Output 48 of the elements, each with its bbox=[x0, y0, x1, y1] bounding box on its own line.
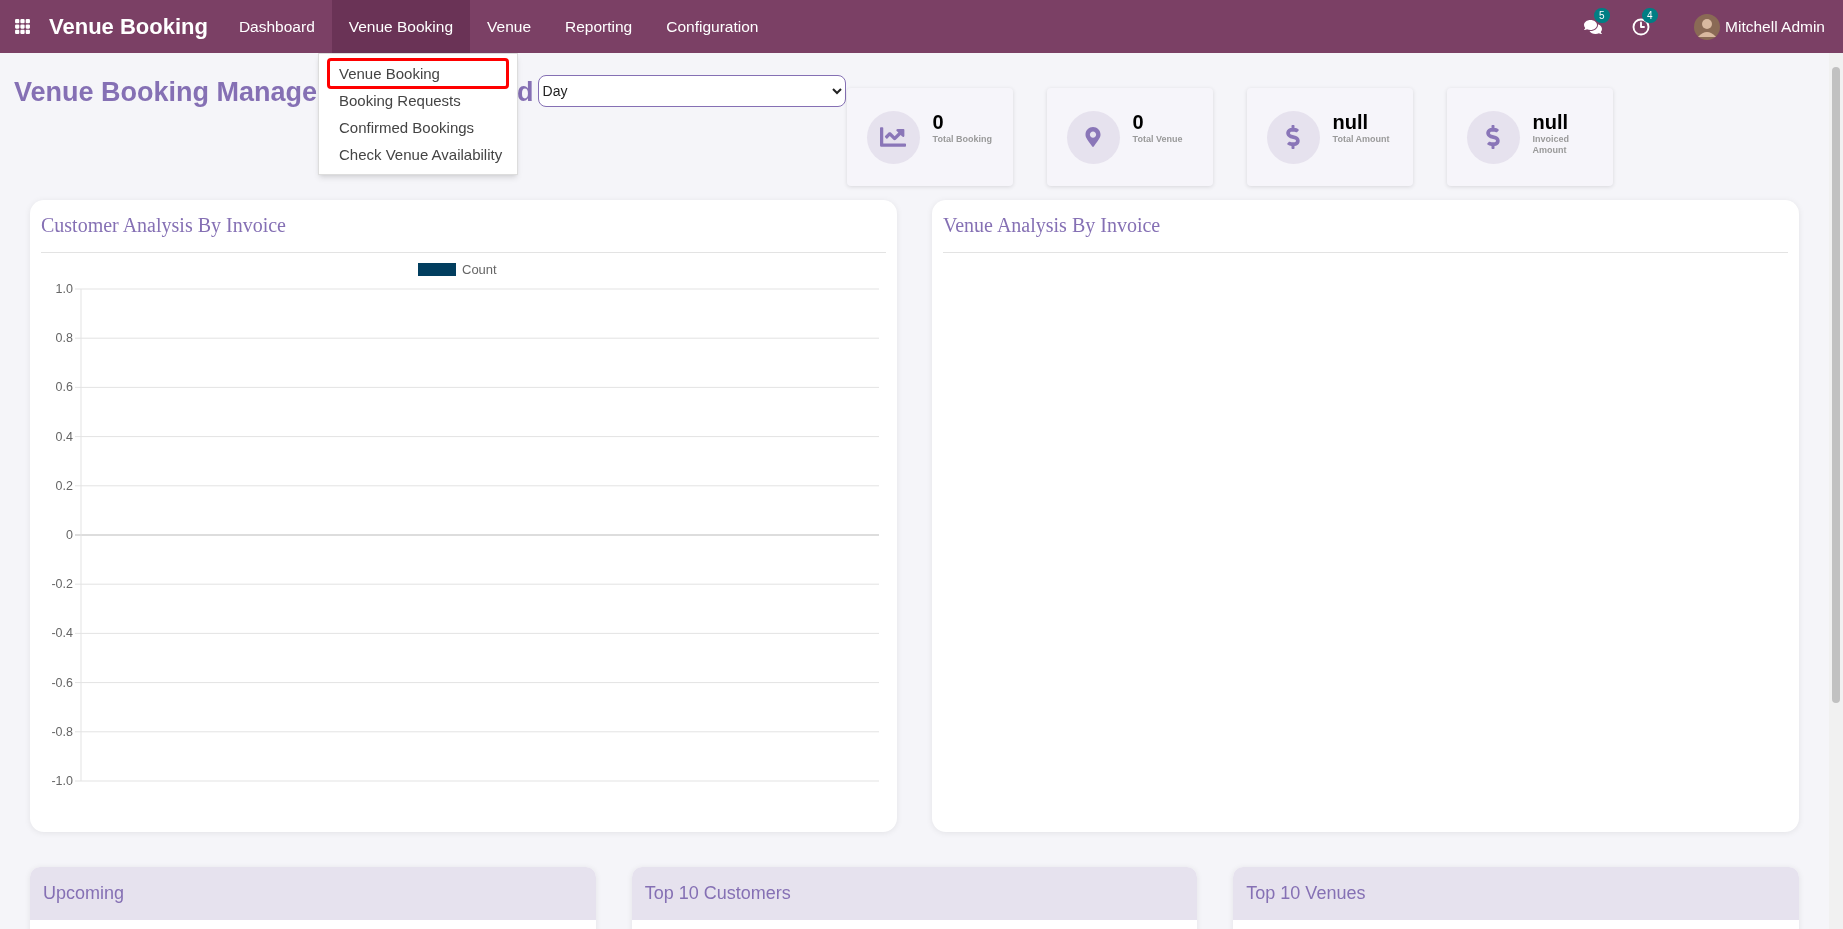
y-tick-label: -0.2 bbox=[51, 577, 73, 592]
y-tick-label: 0.8 bbox=[55, 331, 73, 346]
nav-menu-item[interactable]: Configuration bbox=[649, 0, 776, 53]
apps-menu-icon[interactable] bbox=[14, 18, 31, 35]
y-tick-label: -0.8 bbox=[51, 724, 73, 739]
nav-menu-item[interactable]: Venue Booking bbox=[331, 0, 471, 53]
kpi-value: null bbox=[1532, 110, 1570, 134]
y-tick-label: 0.6 bbox=[55, 380, 73, 395]
list-card-title: Upcoming bbox=[43, 882, 125, 905]
kpi-label: Total Amount bbox=[1332, 134, 1391, 145]
user-name[interactable]: Mitchell Admin bbox=[1725, 14, 1825, 39]
kpi-value: 0 bbox=[1132, 110, 1145, 134]
kpi-label: Invoiced Amount bbox=[1532, 134, 1571, 156]
nav-menu-item[interactable]: Dashboard bbox=[221, 0, 332, 53]
avatar[interactable] bbox=[1694, 13, 1721, 40]
y-tick-label: 0 bbox=[66, 528, 73, 542]
nav-menu-item[interactable]: Venue bbox=[470, 0, 548, 53]
dropdown-item[interactable]: Check Venue Availability bbox=[329, 141, 507, 168]
chat-count-badge: 5 bbox=[1594, 7, 1610, 23]
dropdown-item[interactable]: Confirmed Bookings bbox=[329, 114, 507, 141]
y-tick-label: 0.2 bbox=[55, 478, 73, 493]
y-tick-label: -0.6 bbox=[51, 675, 73, 690]
legend-label: Count bbox=[462, 262, 497, 277]
kpi-label: Total Venue bbox=[1132, 134, 1184, 145]
kpi-label: Total Booking bbox=[932, 134, 993, 145]
page-title: d bbox=[517, 76, 535, 109]
legend-swatch bbox=[418, 263, 456, 276]
scrollbar[interactable] bbox=[1829, 53, 1843, 929]
activity-count-badge: 4 bbox=[1642, 7, 1658, 23]
list-card-title: Top 10 Venues bbox=[1246, 882, 1366, 905]
chat-icon[interactable] bbox=[1584, 17, 1603, 36]
app-name[interactable]: Venue Booking bbox=[49, 10, 208, 43]
y-tick-label: -1.0 bbox=[51, 774, 73, 788]
list-card-title: Top 10 Customers bbox=[644, 882, 791, 905]
line-chart-icon bbox=[880, 124, 907, 150]
y-tick-label: -0.4 bbox=[51, 626, 73, 641]
chart-title: Customer Analysis By Invoice bbox=[41, 210, 886, 253]
y-tick-label: 0.4 bbox=[55, 429, 73, 444]
dropdown-item[interactable]: Booking Requests bbox=[329, 87, 507, 114]
dropdown-item[interactable]: Venue Booking bbox=[329, 60, 507, 87]
y-tick-label: 1.0 bbox=[55, 282, 73, 296]
kpi-value: null bbox=[1332, 110, 1370, 134]
period-select[interactable]: Day bbox=[537, 75, 846, 107]
chart-title: Venue Analysis By Invoice bbox=[943, 210, 1788, 253]
kpi-value: 0 bbox=[932, 110, 945, 134]
clock-icon[interactable] bbox=[1632, 17, 1651, 36]
page-title: Venue Booking Manage bbox=[14, 76, 318, 109]
nav-menu-item[interactable]: Reporting bbox=[548, 0, 650, 53]
